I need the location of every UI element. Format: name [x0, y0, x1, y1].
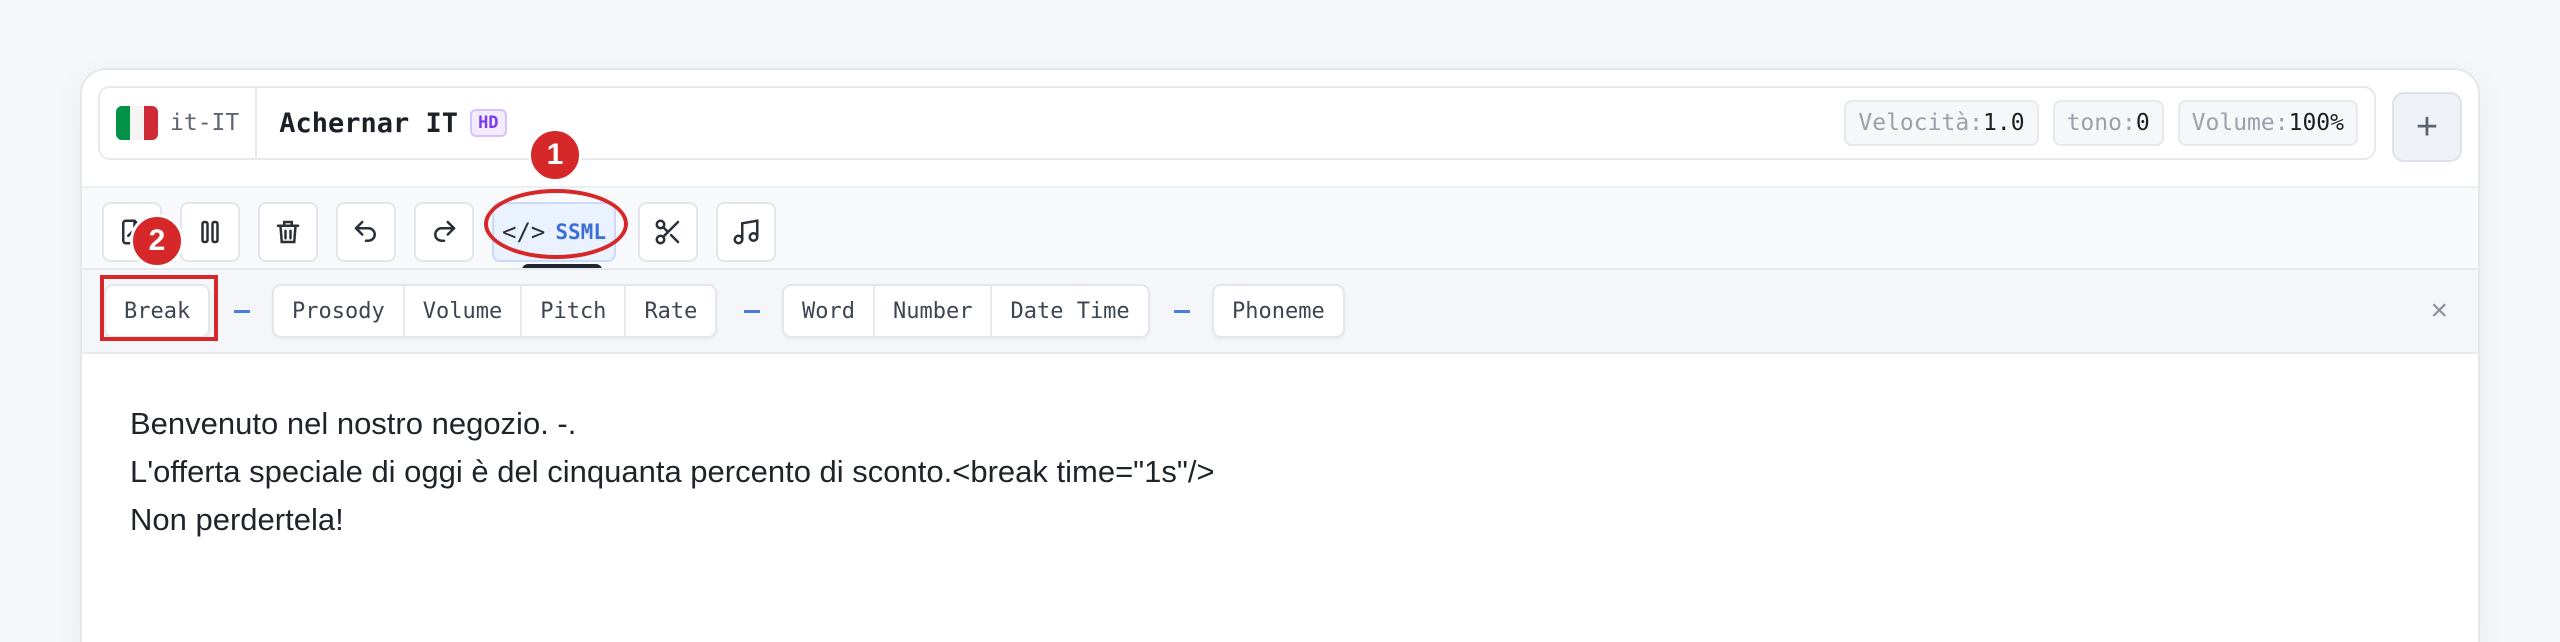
word-tag-button[interactable]: Word	[784, 286, 875, 336]
volume-tag-button[interactable]: Volume	[405, 286, 523, 336]
delete-button[interactable]	[258, 202, 318, 262]
date-time-tag-button[interactable]: Date Time	[992, 286, 1147, 336]
pitch-param[interactable]: tono:0	[2052, 100, 2164, 146]
voice-name: Achernar IT	[279, 107, 459, 139]
phoneme-tag-button[interactable]: Phoneme	[1214, 286, 1343, 336]
group-separator	[234, 310, 250, 313]
phoneme-group: Phoneme	[1212, 284, 1345, 338]
hd-badge: HD	[470, 109, 507, 137]
highlight-rect	[100, 275, 218, 341]
speed-param[interactable]: Velocità:1.0	[1844, 100, 2039, 146]
close-icon[interactable]: ×	[2430, 294, 2448, 328]
step-badge-1: 1	[528, 128, 582, 182]
editor-line: Benvenuto nel nostro negozio. -.	[130, 406, 577, 441]
voice-params: Velocità:1.0 tono:0 Volume:100%	[1844, 100, 2358, 146]
pause-icon	[201, 220, 219, 244]
toolbar: </> SSML	[82, 188, 2478, 304]
redo-button[interactable]	[414, 202, 474, 262]
divider	[82, 352, 2478, 354]
tts-editor-card: it-IT Achernar IT HD Velocità:1.0 tono:0…	[80, 68, 2480, 642]
prosody-group: Prosody Volume Pitch Rate	[272, 284, 718, 338]
add-voice-button[interactable]: +	[2392, 92, 2462, 162]
cut-button[interactable]	[638, 202, 698, 262]
scissors-icon	[655, 219, 680, 245]
highlight-ellipse	[484, 189, 628, 259]
group-separator	[1174, 310, 1190, 313]
prosody-tag-button[interactable]: Prosody	[274, 286, 405, 336]
language-code: it-IT	[170, 110, 240, 136]
ssml-tag-bar: Break Prosody Volume Pitch Rate Word Num…	[82, 270, 2478, 352]
step-badge-2: 2	[130, 214, 184, 268]
undo-icon	[354, 220, 376, 242]
editor-line: L'offerta speciale di oggi è del cinquan…	[130, 454, 1215, 489]
rate-tag-button[interactable]: Rate	[626, 286, 715, 336]
voice-selector[interactable]: it-IT Achernar IT HD Velocità:1.0 tono:0…	[98, 86, 2376, 160]
music-note-icon	[733, 219, 759, 245]
editor-line: Non perdertela!	[130, 502, 344, 537]
undo-button[interactable]	[336, 202, 396, 262]
italy-flag-icon	[116, 106, 158, 140]
music-button[interactable]	[716, 202, 776, 262]
pause-button[interactable]	[180, 202, 240, 262]
group-separator	[744, 310, 760, 313]
say-as-group: Word Number Date Time	[782, 284, 1150, 338]
text-editor[interactable]: Benvenuto nel nostro negozio. -. L'offer…	[130, 400, 1215, 544]
language-selector[interactable]: it-IT	[100, 88, 258, 158]
pitch-tag-button[interactable]: Pitch	[522, 286, 627, 336]
trash-icon	[276, 220, 300, 244]
volume-param[interactable]: Volume:100%	[2177, 100, 2358, 146]
redo-icon	[434, 220, 456, 242]
number-tag-button[interactable]: Number	[875, 286, 993, 336]
